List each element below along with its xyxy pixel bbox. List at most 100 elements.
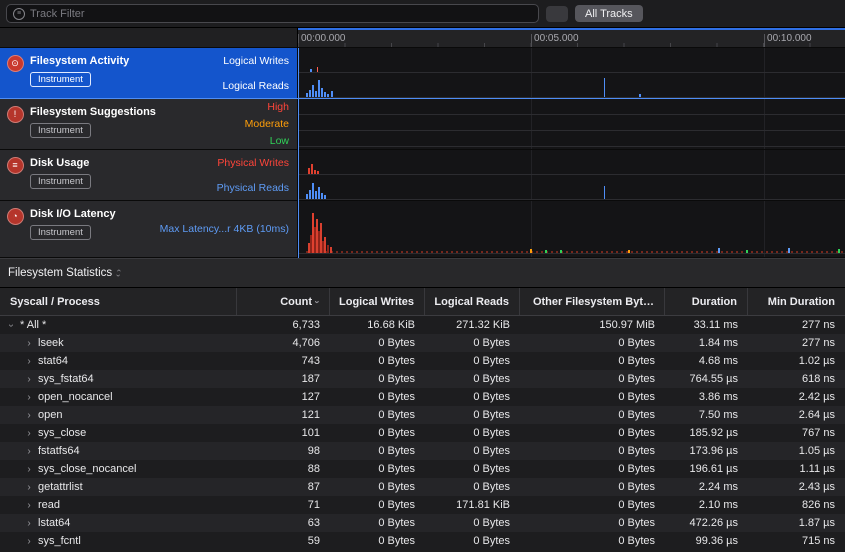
toolbar-auxiliary-button[interactable]: [546, 6, 568, 22]
syscall-name: getattrlist: [38, 481, 83, 493]
graph-bar: [639, 94, 641, 97]
track-graph-disk-i-o-latency[interactable]: [298, 201, 845, 257]
column-header-logical-reads[interactable]: Logical Reads: [425, 288, 520, 315]
track-title: Filesystem Activity: [30, 55, 129, 67]
table-row-read[interactable]: ›read710 Bytes171.81 KiB0 Bytes2.10 ms82…: [0, 496, 845, 514]
track-title: Filesystem Suggestions: [30, 106, 156, 118]
cell-min-duration: 2.64 µs: [748, 409, 845, 421]
cell-count: 59: [237, 535, 330, 547]
sort-indicator-icon: ›: [313, 300, 323, 303]
cell-count: 4,706: [237, 337, 330, 349]
detail-panel-header: Filesystem Statistics ››: [0, 258, 845, 288]
cell-min-duration: 767 ns: [748, 427, 845, 439]
track-lane-labels: Physical WritesPhysical Reads: [217, 150, 289, 200]
chevron-right-icon[interactable]: ›: [24, 482, 34, 493]
cell-min-duration: 277 ns: [748, 337, 845, 349]
syscall-name-cell: › read: [0, 499, 237, 511]
cell-other-filesystem-byt: 0 Bytes: [520, 463, 665, 475]
table-row-fstatfs64[interactable]: ›fstatfs64980 Bytes0 Bytes0 Bytes173.96 …: [0, 442, 845, 460]
chevron-right-icon[interactable]: ›: [24, 410, 34, 421]
cell-min-duration: 1.02 µs: [748, 355, 845, 367]
cell-count: 743: [237, 355, 330, 367]
chevron-right-icon[interactable]: ›: [24, 392, 34, 403]
chevron-right-icon[interactable]: ›: [24, 428, 34, 439]
column-header-logical-writes[interactable]: Logical Writes: [330, 288, 425, 315]
graph-bar: [545, 250, 547, 253]
table-row-stat64[interactable]: ›stat647430 Bytes0 Bytes0 Bytes4.68 ms1.…: [0, 352, 845, 370]
table-row-getattrlist[interactable]: ›getattrlist870 Bytes0 Bytes0 Bytes2.24 …: [0, 478, 845, 496]
syscall-name-cell: ›fstatfs64: [0, 445, 237, 457]
track-graph-filesystem-suggestions[interactable]: [298, 99, 845, 149]
track-header-filesystem-suggestions[interactable]: !Filesystem SuggestionsInstrumentHighMod…: [0, 99, 298, 149]
lane-baseline: [298, 114, 845, 115]
timeline-ruler[interactable]: 00:00.00000:05.00000:10.000: [298, 28, 845, 47]
chevron-right-icon[interactable]: ›: [24, 356, 34, 367]
chevron-right-icon[interactable]: ›: [24, 446, 34, 457]
table-row-all[interactable]: ›* All *6,73316.68 KiB271.32 KiB150.97 M…: [0, 316, 845, 334]
graph-bar: [530, 249, 532, 253]
cell-min-duration: 1.05 µs: [748, 445, 845, 457]
ruler-tick-label: 00:05.000: [534, 33, 579, 44]
column-header-label: Other Filesystem Byt…: [533, 296, 654, 308]
chevron-right-icon[interactable]: ›: [24, 374, 34, 385]
track-filter-field[interactable]: ≡: [6, 4, 539, 23]
cell-logical-reads: 271.32 KiB: [425, 319, 520, 331]
column-header-min-duration[interactable]: Min Duration: [748, 288, 845, 315]
chevron-up-down-icon[interactable]: ››: [117, 268, 120, 278]
instrument-badge: Instrument: [30, 72, 91, 87]
track-header-disk-usage[interactable]: ≡Disk UsageInstrumentPhysical WritesPhys…: [0, 150, 298, 200]
chevron-right-icon[interactable]: ›: [24, 500, 34, 511]
table-row-sys-fstat64[interactable]: ›sys_fstat641870 Bytes0 Bytes0 Bytes764.…: [0, 370, 845, 388]
track-graph-disk-usage[interactable]: [298, 150, 845, 200]
table-row-sys-close[interactable]: ›sys_close1010 Bytes0 Bytes0 Bytes185.92…: [0, 424, 845, 442]
syscall-name: read: [38, 499, 60, 511]
chevron-right-icon[interactable]: ›: [24, 338, 34, 349]
column-header-label: Logical Reads: [434, 296, 509, 308]
cell-duration: 7.50 ms: [665, 409, 748, 421]
column-header-count[interactable]: Count›: [237, 288, 330, 315]
track-icon-column: !: [0, 99, 30, 149]
column-header-other-filesystem-byt[interactable]: Other Filesystem Byt…: [520, 288, 665, 315]
syscall-name: open: [38, 409, 62, 421]
chevron-right-icon[interactable]: ›: [24, 518, 34, 529]
graph-bar: [604, 186, 605, 199]
cell-count: 187: [237, 373, 330, 385]
detail-view-selector[interactable]: Filesystem Statistics: [8, 267, 112, 279]
table-row-sys-close-nocancel[interactable]: ›sys_close_nocancel880 Bytes0 Bytes0 Byt…: [0, 460, 845, 478]
playhead[interactable]: [298, 48, 299, 258]
track-header-disk-i-o-latency[interactable]: ◔Disk I/O LatencyInstrumentMax Latency..…: [0, 201, 298, 257]
table-row-open-nocancel[interactable]: ›open_nocancel1270 Bytes0 Bytes0 Bytes3.…: [0, 388, 845, 406]
cell-other-filesystem-byt: 0 Bytes: [520, 499, 665, 511]
chevron-right-icon[interactable]: ›: [24, 536, 34, 547]
lane-baseline: [298, 146, 845, 147]
lane-label-moderate: Moderate: [245, 116, 289, 133]
cell-other-filesystem-byt: 0 Bytes: [520, 355, 665, 367]
table-row-lstat64[interactable]: ›lstat64630 Bytes0 Bytes0 Bytes472.26 µs…: [0, 514, 845, 532]
cell-duration: 1.84 ms: [665, 337, 748, 349]
graph-bar: [308, 168, 310, 174]
chevron-down-icon[interactable]: ›: [6, 320, 17, 330]
cell-logical-reads: 171.81 KiB: [425, 499, 520, 511]
lane-baseline: [298, 253, 845, 254]
lane-label-high: High: [245, 99, 289, 116]
table-row-sys-fcntl[interactable]: ›sys_fcntl590 Bytes0 Bytes0 Bytes99.36 µ…: [0, 532, 845, 550]
lane-baseline: [298, 97, 845, 98]
all-tracks-button[interactable]: All Tracks: [575, 5, 643, 22]
column-header-duration[interactable]: Duration: [665, 288, 748, 315]
track-graph-filesystem-activity[interactable]: [298, 48, 845, 98]
column-header-syscall-process[interactable]: Syscall / Process: [0, 288, 237, 315]
chevron-right-icon[interactable]: ›: [24, 464, 34, 475]
syscall-name: lseek: [38, 337, 64, 349]
lane-label-logical-writes: Logical Writes: [222, 48, 289, 73]
lane-baseline: [298, 174, 845, 175]
lane-label-physical-reads: Physical Reads: [217, 175, 289, 200]
syscall-name-cell: ›sys_fstat64: [0, 373, 237, 385]
track-filter-input[interactable]: [30, 8, 532, 20]
graph-bar: [314, 170, 316, 174]
table-row-lseek[interactable]: ›lseek4,7060 Bytes0 Bytes0 Bytes1.84 ms2…: [0, 334, 845, 352]
graph-gridline: [531, 48, 532, 98]
table-row-open[interactable]: ›open1210 Bytes0 Bytes0 Bytes7.50 ms2.64…: [0, 406, 845, 424]
track-header-filesystem-activity[interactable]: ⊙Filesystem ActivityInstrumentLogical Wr…: [0, 48, 298, 98]
instrument-badge: Instrument: [30, 174, 91, 189]
cell-logical-reads: 0 Bytes: [425, 445, 520, 457]
